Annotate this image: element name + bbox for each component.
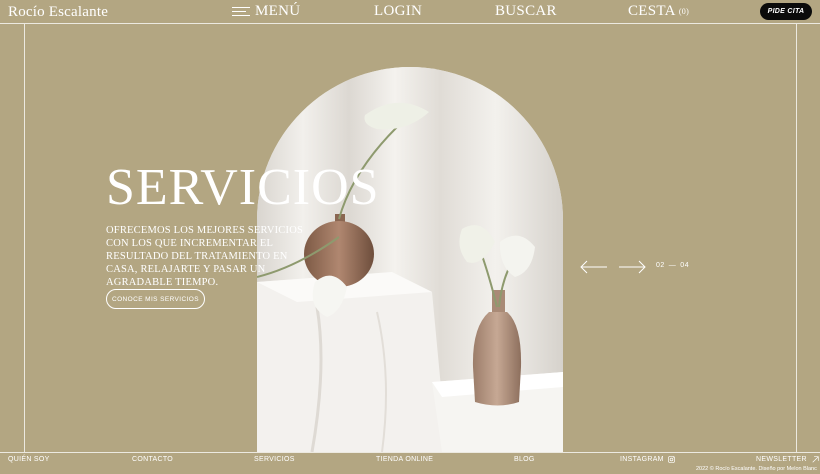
slide-separator: — [668, 262, 677, 269]
hero-title: SERVICIOS [106, 159, 380, 216]
frame-line-right [796, 24, 797, 452]
footer-link-contacto[interactable]: CONTACTO [132, 456, 173, 463]
cart-label: CESTA [628, 3, 676, 19]
slide-total: 04 [680, 262, 690, 269]
login-link[interactable]: LOGIN [374, 2, 422, 20]
instagram-icon [667, 456, 675, 463]
hero-description: Ofrecemos los mejores servicios con los … [106, 225, 304, 288]
menu-button[interactable]: MENÚ [232, 2, 300, 20]
footer-bar: QUIÉN SOY CONTACTO SERVICIOS TIENDA ONLI… [0, 452, 820, 474]
footer-link-blog[interactable]: BLOG [514, 456, 535, 463]
menu-label: MENÚ [255, 3, 301, 19]
slide-counter: 02 — 04 [656, 262, 689, 269]
brand-logo[interactable]: Rocío Escalante [8, 2, 108, 22]
top-navigation-bar: Rocío Escalante MENÚ LOGIN BUSCAR CESTA(… [0, 0, 820, 24]
arrow-up-right-icon [812, 456, 819, 463]
frame-line-left [24, 24, 25, 452]
services-button[interactable]: CONOCE MIS SERVICIOS [106, 289, 205, 309]
slide-current: 02 [656, 262, 665, 269]
arrow-right-icon[interactable] [618, 260, 646, 274]
footer-link-tienda-online[interactable]: TIENDA ONLINE [376, 456, 433, 463]
cart-count: (0) [678, 6, 690, 16]
footer-link-quien-soy[interactable]: QUIÉN SOY [8, 456, 50, 463]
book-appointment-button[interactable]: PIDE CITA [760, 3, 812, 20]
cart-link[interactable]: CESTA (0) [628, 2, 689, 21]
search-link[interactable]: BUSCAR [495, 2, 557, 20]
instagram-label: INSTAGRAM [620, 456, 664, 463]
arrow-left-icon[interactable] [580, 260, 608, 274]
footer-link-newsletter[interactable]: NEWSLETTER [756, 456, 819, 463]
copyright-text: 2022 © Rocío Escalante. Diseño por Melon… [696, 466, 817, 472]
footer-link-servicios[interactable]: SERVICIOS [254, 456, 295, 463]
newsletter-label: NEWSLETTER [756, 456, 807, 463]
hamburger-icon [232, 6, 250, 16]
footer-link-instagram[interactable]: INSTAGRAM [620, 456, 675, 463]
